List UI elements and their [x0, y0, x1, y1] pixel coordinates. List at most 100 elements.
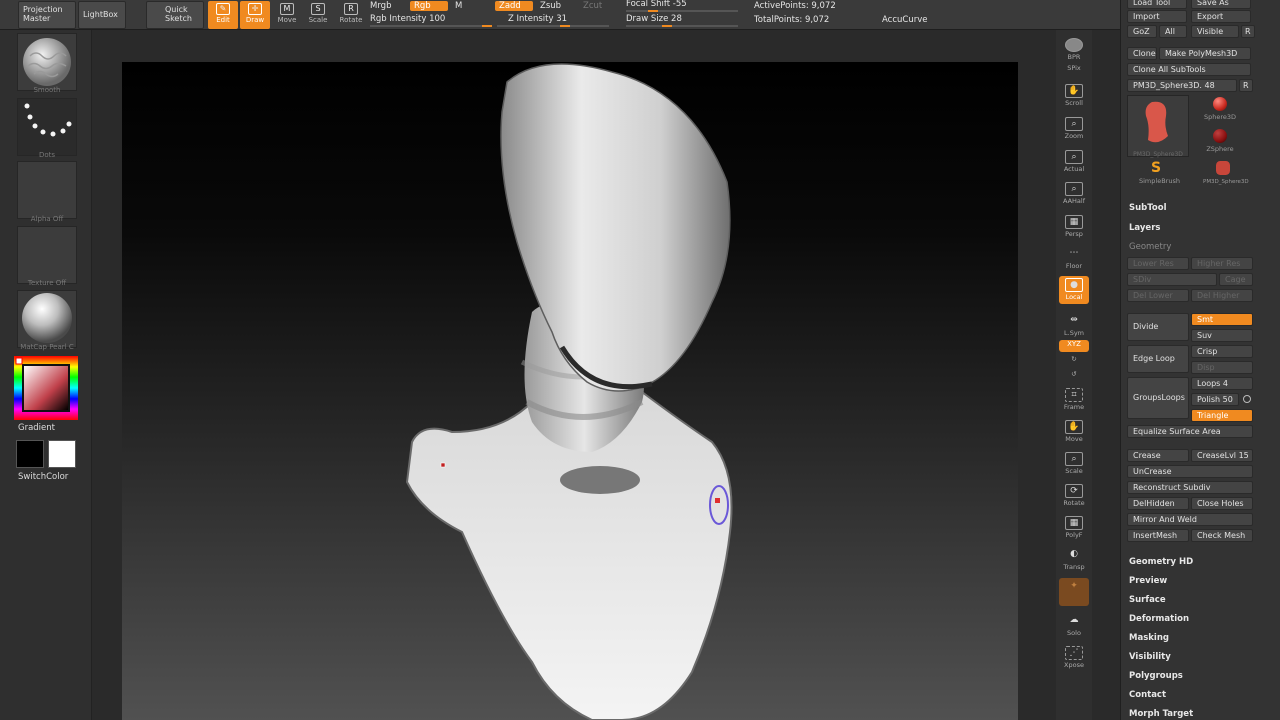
clone-button[interactable]: Clone [1127, 47, 1157, 60]
crisp-toggle[interactable]: Crisp [1191, 345, 1253, 358]
mirror-and-weld-button[interactable]: Mirror And Weld [1127, 513, 1253, 526]
geometry-menu[interactable]: Geometry [1129, 242, 1171, 252]
save-as-button[interactable]: Save As [1191, 0, 1251, 9]
del-lower-button[interactable]: Del Lower [1127, 289, 1189, 302]
polish-circle-icon[interactable] [1243, 395, 1251, 403]
rgb-intensity-track[interactable] [370, 25, 492, 27]
active-tool-thumbnail[interactable]: PM3D_Sphere3D [1127, 95, 1189, 158]
floor-button[interactable]: ⋯ Floor [1059, 245, 1089, 273]
lsym-button[interactable]: ⇹ L.Sym [1059, 312, 1089, 340]
move-button[interactable]: ✋ Move [1059, 418, 1089, 446]
polyf-button[interactable]: ▦ PolyF [1059, 514, 1089, 542]
close-holes-button[interactable]: Close Holes [1191, 497, 1253, 510]
import-button[interactable]: Import [1127, 10, 1187, 23]
del-higher-button[interactable]: Del Higher [1191, 289, 1253, 302]
tool-r-button[interactable]: R [1239, 79, 1253, 92]
draw-size-slider[interactable]: Draw Size 28 [626, 14, 682, 24]
z-intensity-slider[interactable]: Z Intensity 31 [508, 14, 567, 24]
rotate-button[interactable]: ⟳ Rotate [1059, 482, 1089, 510]
main-color-swatch[interactable] [16, 440, 44, 468]
edge-loop-button[interactable]: Edge Loop [1127, 345, 1189, 373]
spix-slider[interactable]: SPix [1059, 64, 1089, 78]
secondary-color-swatch[interactable] [48, 440, 76, 468]
persp-button[interactable]: ▦ Persp [1059, 213, 1089, 241]
rgb-intensity-slider[interactable]: Rgb Intensity 100 [370, 14, 445, 24]
geometry-hd-menu[interactable]: Geometry HD [1129, 557, 1193, 567]
move-mode-button[interactable]: M Move [272, 1, 302, 29]
sdiv-slider[interactable]: SDiv [1127, 273, 1217, 286]
masking-menu[interactable]: Masking [1129, 633, 1169, 643]
zadd-toggle[interactable]: Zadd [495, 1, 533, 11]
visible-button[interactable]: Visible [1191, 25, 1239, 38]
edit-mode-button[interactable]: ✎ Edit [208, 1, 238, 29]
surface-menu[interactable]: Surface [1129, 595, 1166, 605]
visibility-menu[interactable]: Visibility [1129, 652, 1171, 662]
ghost-button[interactable]: ✦ [1059, 578, 1089, 606]
delhidden-button[interactable]: DelHidden [1127, 497, 1189, 510]
pm3d-sphere-tool[interactable]: PM3D_Sphere3D [1203, 159, 1249, 189]
rgb-toggle[interactable]: Rgb [410, 1, 448, 11]
m-toggle[interactable]: M [455, 1, 462, 11]
stroke-selector[interactable] [17, 98, 77, 156]
y-rotate-toggle[interactable]: ↻ [1059, 355, 1089, 367]
lower-res-button[interactable]: Lower Res [1127, 257, 1189, 270]
simplebrush-tool[interactable]: S SimpleBrush [1139, 159, 1180, 189]
export-button[interactable]: Export [1191, 10, 1251, 23]
mrgb-toggle[interactable]: Mrgb [370, 1, 391, 11]
focal-shift-slider[interactable]: Focal Shift -55 [626, 0, 687, 9]
preview-menu[interactable]: Preview [1129, 576, 1167, 586]
uncrease-button[interactable]: UnCrease [1127, 465, 1253, 478]
rotate-mode-button[interactable]: R Rotate [336, 1, 366, 29]
goz-button[interactable]: GoZ [1127, 25, 1157, 38]
divide-button[interactable]: Divide [1127, 313, 1189, 341]
scroll-button[interactable]: ✋ Scroll [1059, 82, 1089, 110]
z-rotate-toggle[interactable]: ↺ [1059, 370, 1089, 382]
equalize-surface-area-button[interactable]: Equalize Surface Area [1127, 425, 1253, 438]
reconstruct-subdiv-button[interactable]: Reconstruct Subdiv [1127, 481, 1253, 494]
sphere3d-tool[interactable]: Sphere3D [1203, 95, 1237, 125]
goz-all-button[interactable]: All [1159, 25, 1187, 38]
goz-r-button[interactable]: R [1241, 25, 1255, 38]
brush-selector[interactable] [17, 33, 77, 91]
morph-target-menu[interactable]: Morph Target [1129, 709, 1193, 719]
higher-res-button[interactable]: Higher Res [1191, 257, 1253, 270]
contact-menu[interactable]: Contact [1129, 690, 1166, 700]
material-selector[interactable] [17, 290, 77, 348]
draw-mode-button[interactable]: ✛ Draw [240, 1, 270, 29]
xpose-button[interactable]: ⋰ Xpose [1059, 644, 1089, 672]
color-picker[interactable] [14, 356, 78, 420]
solo-button[interactable]: ☁ Solo [1059, 612, 1089, 640]
cage-button[interactable]: Cage [1219, 273, 1253, 286]
projection-master-button[interactable]: Projection Master [18, 1, 76, 29]
polygroups-menu[interactable]: Polygroups [1129, 671, 1183, 681]
zsub-toggle[interactable]: Zsub [540, 1, 561, 11]
frame-button[interactable]: ⌗ Frame [1059, 386, 1089, 414]
accucurve-toggle[interactable]: AccuCurve [882, 15, 927, 25]
document-canvas[interactable] [122, 62, 1018, 720]
zoom-button[interactable]: ⌕ Zoom [1059, 115, 1089, 143]
crease-button[interactable]: Crease [1127, 449, 1189, 462]
z-intensity-track[interactable] [497, 25, 609, 27]
zsphere-tool[interactable]: ZSphere [1203, 127, 1237, 157]
switch-color-button[interactable]: SwitchColor [18, 472, 68, 482]
subtool-menu[interactable]: SubTool [1129, 203, 1167, 213]
make-polymesh-button[interactable]: Make PolyMesh3D [1159, 47, 1251, 60]
current-tool-slider[interactable]: PM3D_Sphere3D. 48 [1127, 79, 1237, 92]
clone-all-subtools-button[interactable]: Clone All SubTools [1127, 63, 1251, 76]
transp-button[interactable]: ◐ Transp [1059, 546, 1089, 574]
polish-slider[interactable]: Polish 50 [1191, 393, 1239, 406]
crease-lvl-slider[interactable]: CreaseLvl 15 [1191, 449, 1253, 462]
smt-toggle[interactable]: Smt [1191, 313, 1253, 326]
bpr-button[interactable]: BPR [1059, 36, 1089, 64]
loops-slider[interactable]: Loops 4 [1191, 377, 1253, 390]
triangle-toggle[interactable]: Triangle [1191, 409, 1253, 422]
scale-mode-button[interactable]: S Scale [303, 1, 333, 29]
check-mesh-button[interactable]: Check Mesh [1191, 529, 1253, 542]
insertmesh-button[interactable]: InsertMesh [1127, 529, 1189, 542]
texture-selector[interactable] [17, 226, 77, 284]
draw-size-track[interactable] [626, 25, 738, 27]
load-tool-button[interactable]: Load Tool [1127, 0, 1187, 9]
xyz-button[interactable]: XYZ [1059, 340, 1089, 352]
quick-sketch-button[interactable]: Quick Sketch [146, 1, 204, 29]
scale-button[interactable]: ⌕ Scale [1059, 450, 1089, 478]
